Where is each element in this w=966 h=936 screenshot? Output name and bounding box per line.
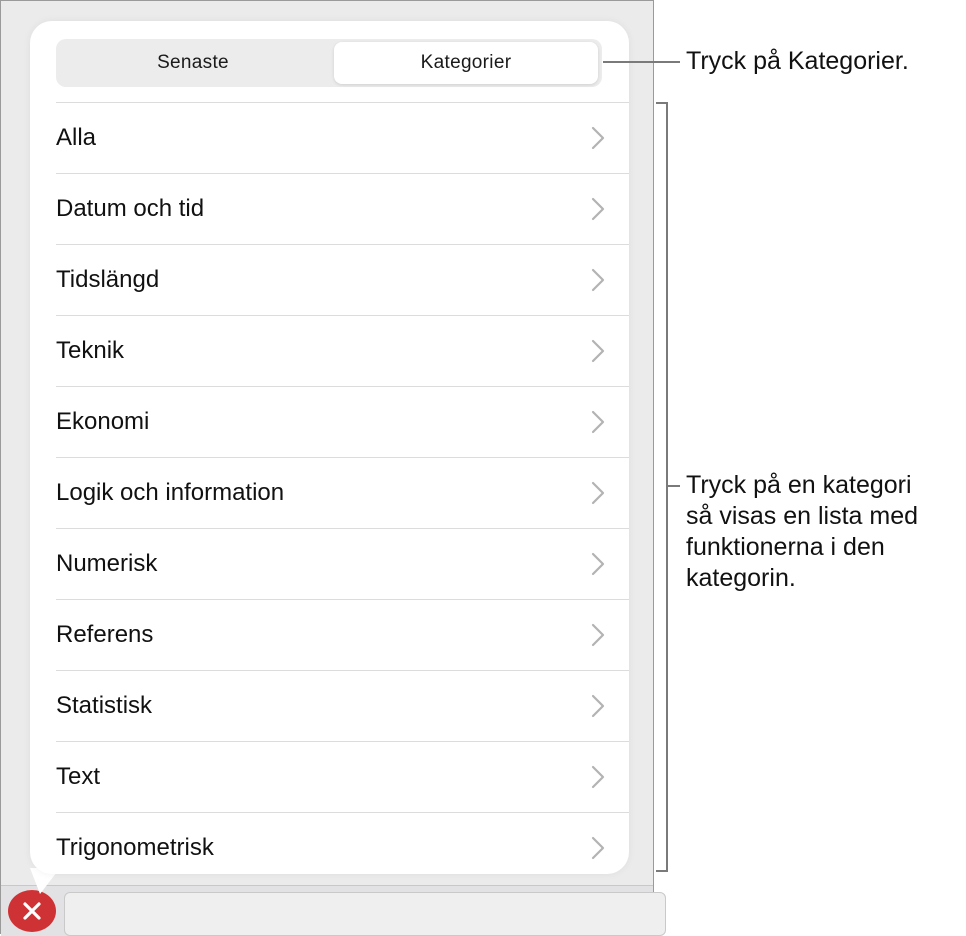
callout-line-3: funktionerna i den — [686, 533, 885, 561]
chevron-right-icon — [583, 410, 613, 434]
functions-popover: Senaste Kategorier Alla Datum och tid Ti… — [30, 21, 629, 874]
chevron-right-icon — [583, 268, 613, 292]
category-label: Trigonometrisk — [56, 834, 214, 861]
chevron-right-icon — [583, 339, 613, 363]
callout-bracket-tick — [668, 485, 680, 487]
category-label: Ekonomi — [56, 408, 150, 435]
callout-line-4: kategorin. — [686, 564, 796, 592]
category-list: Alla Datum och tid Tidslängd Teknik Ekon… — [56, 102, 629, 883]
chevron-right-icon — [583, 836, 613, 860]
category-row-trigonometrisk[interactable]: Trigonometrisk — [56, 812, 629, 883]
callout-bracket-bottom — [656, 870, 668, 872]
category-row-text[interactable]: Text — [56, 741, 629, 812]
chevron-right-icon — [583, 197, 613, 221]
callout-line-1: Tryck på en kategori — [686, 471, 912, 499]
category-row-alla[interactable]: Alla — [56, 102, 629, 173]
category-label: Logik och information — [56, 479, 285, 506]
chevron-right-icon — [583, 126, 613, 150]
callout-bracket-vertical — [666, 102, 668, 872]
callout-tap-category: Tryck på en kategori så visas en lista m… — [686, 470, 966, 594]
category-row-teknik[interactable]: Teknik — [56, 315, 629, 386]
chevron-right-icon — [583, 481, 613, 505]
category-row-datum-och-tid[interactable]: Datum och tid — [56, 173, 629, 244]
chevron-right-icon — [583, 552, 613, 576]
tab-kategorier[interactable]: Kategorier — [334, 42, 598, 84]
chevron-right-icon — [583, 694, 613, 718]
category-label: Datum och tid — [56, 195, 205, 222]
category-label: Teknik — [56, 337, 125, 364]
category-row-referens[interactable]: Referens — [56, 599, 629, 670]
category-row-logik-och-information[interactable]: Logik och information — [56, 457, 629, 528]
cancel-formula-button[interactable] — [8, 890, 56, 932]
category-label: Alla — [56, 124, 97, 151]
formula-input[interactable] — [64, 892, 666, 936]
category-row-ekonomi[interactable]: Ekonomi — [56, 386, 629, 457]
category-row-numerisk[interactable]: Numerisk — [56, 528, 629, 599]
category-label: Tidslängd — [56, 266, 160, 293]
chevron-right-icon — [583, 623, 613, 647]
segmented-control: Senaste Kategorier — [56, 39, 602, 87]
category-label: Text — [56, 763, 101, 790]
category-label: Referens — [56, 621, 154, 648]
tab-senaste[interactable]: Senaste — [59, 42, 327, 84]
chevron-right-icon — [583, 765, 613, 789]
formula-bar — [1, 885, 666, 936]
callout-leader-line — [603, 61, 680, 63]
category-label: Numerisk — [56, 550, 158, 577]
category-row-statistisk[interactable]: Statistisk — [56, 670, 629, 741]
category-row-tidslangd[interactable]: Tidslängd — [56, 244, 629, 315]
category-label: Statistisk — [56, 692, 153, 719]
callout-line-2: så visas en lista med — [686, 502, 919, 530]
close-icon — [23, 902, 41, 920]
callout-tap-categories: Tryck på Kategorier. — [686, 47, 909, 75]
